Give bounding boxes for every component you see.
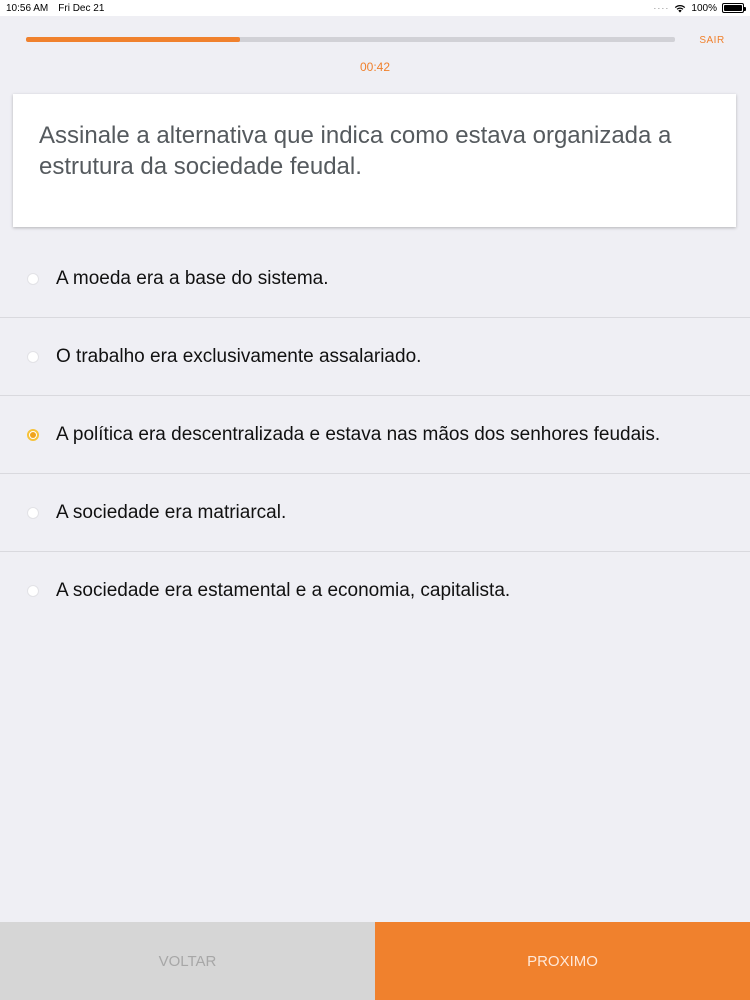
question-card: Assinale a alternativa que indica como e… xyxy=(13,94,736,227)
question-text: Assinale a alternativa que indica como e… xyxy=(39,122,672,180)
radio-button[interactable] xyxy=(27,350,39,363)
radio-button[interactable] xyxy=(27,506,39,519)
status-date: Fri Dec 21 xyxy=(58,2,105,14)
back-button[interactable]: VOLTAR xyxy=(0,922,375,1000)
answer-option-label: A sociedade era matriarcal. xyxy=(56,501,287,523)
status-time: 10:56 AM xyxy=(6,2,49,14)
next-button[interactable]: PROXIMO xyxy=(375,922,750,1000)
footer-navigation: VOLTAR PROXIMO xyxy=(0,922,750,1000)
radio-button[interactable] xyxy=(27,428,39,441)
quiz-progress-fill xyxy=(26,37,241,42)
answer-option-5[interactable]: A sociedade era estamental e a economia,… xyxy=(0,552,750,630)
wifi-icon xyxy=(675,4,686,13)
answer-option-label: A moeda era a base do sistema. xyxy=(56,267,329,289)
signal-dots-icon: ···· xyxy=(653,3,670,13)
quiz-timer: 00:42 xyxy=(359,60,391,74)
radio-button[interactable] xyxy=(27,272,39,285)
answer-option-4[interactable]: A sociedade era matriarcal. xyxy=(0,474,750,552)
answer-option-2[interactable]: O trabalho era exclusivamente assalariad… xyxy=(0,318,750,396)
battery-percent: 100% xyxy=(691,2,717,14)
answer-option-label: O trabalho era exclusivamente assalariad… xyxy=(56,345,422,367)
exit-button[interactable]: SAIR xyxy=(690,34,734,48)
quiz-progress-bar xyxy=(26,37,675,42)
battery-icon xyxy=(722,3,746,13)
answer-option-3[interactable]: A política era descentralizada e estava … xyxy=(0,396,750,474)
radio-button[interactable] xyxy=(27,585,39,597)
answer-option-1[interactable]: A moeda era a base do sistema. xyxy=(0,240,750,318)
answer-option-label: A sociedade era estamental e a economia,… xyxy=(56,580,511,601)
answer-options-list: A moeda era a base do sistema. O trabalh… xyxy=(0,240,750,630)
status-bar: 10:56 AM Fri Dec 21 ···· 100% xyxy=(0,0,750,16)
answer-option-label: A política era descentralizada e estava … xyxy=(56,423,661,445)
